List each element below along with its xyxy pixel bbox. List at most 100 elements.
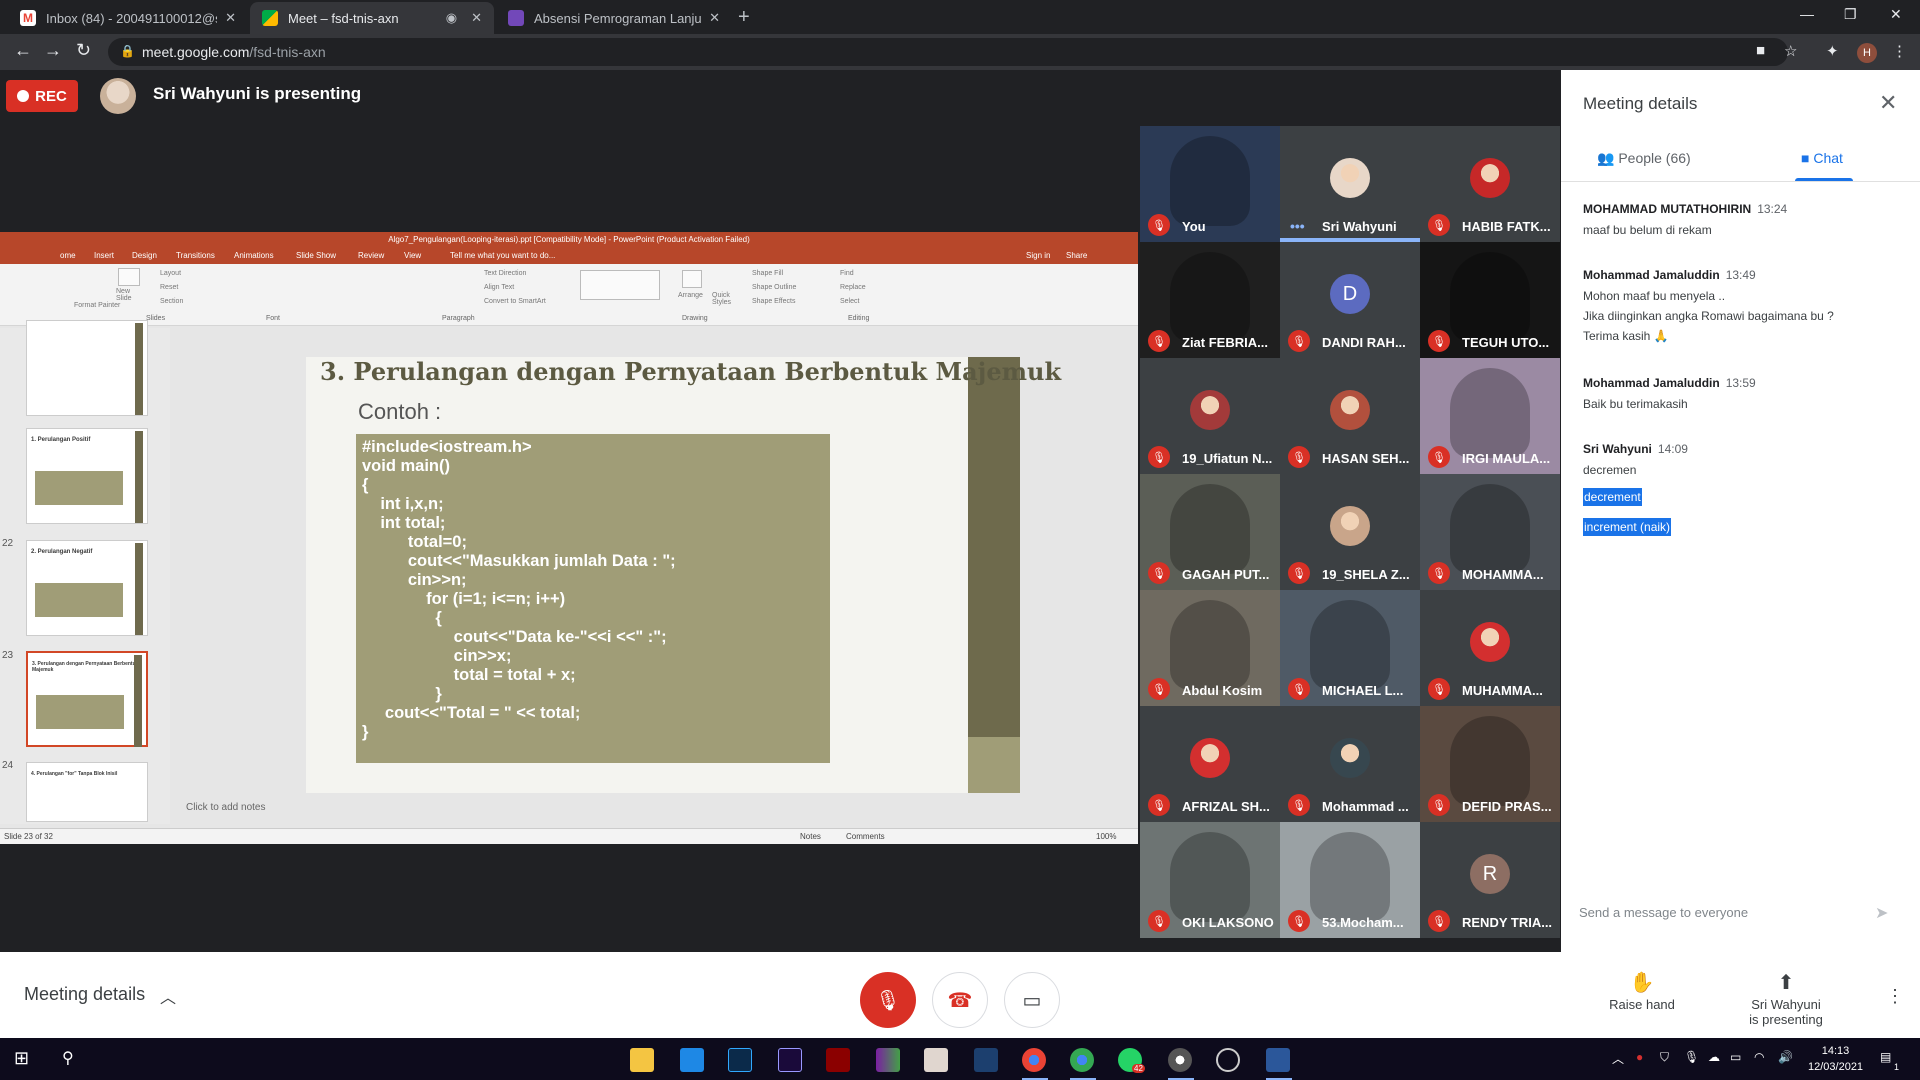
participant-tile[interactable]: 🎙 You	[1140, 126, 1280, 242]
chrome-active-icon[interactable]	[1168, 1048, 1192, 1072]
slide-thumbnail[interactable]	[26, 320, 148, 416]
ppt-tell-me[interactable]: Tell me what you want to do...	[450, 251, 555, 260]
send-icon[interactable]: ➤	[1875, 903, 1888, 923]
participant-tile[interactable]: 🎙 DEFID PRAS...	[1420, 706, 1560, 822]
devcpp-icon[interactable]	[974, 1048, 998, 1072]
ppt-tab-slideshow[interactable]: Slide Show	[296, 251, 336, 260]
chrome-icon[interactable]	[1070, 1048, 1094, 1072]
shield-icon[interactable]: ⛉	[1660, 1050, 1669, 1065]
participant-tile[interactable]: 🎙 MOHAMMA...	[1420, 474, 1560, 590]
new-slide-icon[interactable]	[118, 268, 140, 286]
camera-indicator-icon[interactable]: ■	[1756, 42, 1765, 59]
ppt-tab-design[interactable]: Design	[132, 251, 157, 260]
new-slide-label[interactable]: New Slide	[116, 288, 142, 302]
tab-forms[interactable]: Absensi Pemrograman Lanjut A ✕	[496, 2, 732, 34]
arrange-label[interactable]: Arrange	[678, 292, 703, 299]
slide-thumbnail[interactable]: 2. Perulangan Negatif	[26, 540, 148, 636]
participant-tile[interactable]: 🎙 IRGI MAULA...	[1420, 358, 1560, 474]
shape-outline-label[interactable]: Shape Outline	[752, 284, 796, 291]
notification-icon[interactable]: ▤	[1880, 1050, 1891, 1064]
ppt-tab-view[interactable]: View	[404, 251, 421, 260]
app-l-icon[interactable]	[680, 1048, 704, 1072]
tab-gmail[interactable]: M Inbox (84) - 200491100012@stud ✕	[8, 2, 248, 34]
ppt-tab-animations[interactable]: Animations	[234, 251, 274, 260]
premiere-icon[interactable]	[778, 1048, 802, 1072]
text-direction-label[interactable]: Text Direction	[484, 270, 526, 277]
microphone-off-button[interactable]: 🎙	[860, 972, 916, 1028]
participant-tile[interactable]: R 🎙 RENDY TRIA...	[1420, 822, 1560, 938]
tab-chat[interactable]: ■ Chat	[1801, 150, 1843, 166]
presenting-button[interactable]: ⬆ Sri Wahyuni is presenting	[1736, 970, 1836, 1027]
participant-tile[interactable]: 🎙 HASAN SEH...	[1280, 358, 1420, 474]
raise-hand-button[interactable]: ✋ Raise hand	[1600, 970, 1684, 1012]
cloud-icon[interactable]: ☁	[1708, 1050, 1720, 1064]
convert-smartart-label[interactable]: Convert to SmartArt	[484, 298, 546, 305]
ppt-tab-transitions[interactable]: Transitions	[176, 251, 215, 260]
more-options-icon[interactable]: ⋮	[1886, 986, 1904, 1007]
meeting-details-button[interactable]: Meeting details	[24, 984, 145, 1005]
leave-call-button[interactable]: ☎	[932, 972, 988, 1028]
quick-styles-label[interactable]: Quick Styles	[712, 292, 738, 306]
participant-tile[interactable]: 🎙 Mohammad ...	[1280, 706, 1420, 822]
participant-tile[interactable]: 🎙 Ziat FEBRIA...	[1140, 242, 1280, 358]
participant-tile[interactable]: 🎙 GAGAH PUT...	[1140, 474, 1280, 590]
participant-tile[interactable]: 🎙 OKI LAKSONO	[1140, 822, 1280, 938]
chevron-up-icon[interactable]: ︿	[160, 984, 176, 1008]
ppt-tab-home[interactable]: ome	[60, 251, 76, 260]
photoshop-icon[interactable]	[728, 1048, 752, 1072]
microphone-icon[interactable]: 🎙	[1684, 1050, 1699, 1064]
app-colorful-icon[interactable]	[876, 1048, 900, 1072]
arrange-icon[interactable]	[682, 270, 702, 288]
close-tab-icon[interactable]: ✕	[709, 10, 720, 26]
bookmark-star-icon[interactable]: ☆	[1784, 42, 1797, 60]
ppt-share-button[interactable]: Share	[1066, 251, 1087, 260]
antivirus-icon[interactable]: ●	[1636, 1050, 1643, 1064]
chat-message-input[interactable]: Send a message to everyone	[1579, 905, 1889, 920]
search-icon[interactable]: ⚲	[62, 1048, 74, 1068]
close-tab-icon[interactable]: ✕	[225, 10, 236, 26]
close-window-icon[interactable]: ✕	[1890, 6, 1902, 23]
select-label[interactable]: Select	[840, 298, 859, 305]
back-icon[interactable]: ←	[14, 40, 32, 61]
chrome-icon[interactable]	[1022, 1048, 1046, 1072]
participant-tile[interactable]: 🎙 TEGUH UTO...	[1420, 242, 1560, 358]
camera-button[interactable]: ▭	[1004, 972, 1060, 1028]
menu-icon[interactable]: ⋮	[1892, 42, 1907, 60]
forward-icon[interactable]: →	[44, 40, 62, 61]
profile-avatar[interactable]: H	[1857, 43, 1877, 63]
layout-label[interactable]: Layout	[160, 270, 181, 277]
windows-start-icon[interactable]: ⊞	[14, 1048, 29, 1069]
tab-people[interactable]: 👥 People (66)	[1597, 150, 1691, 167]
restore-icon[interactable]: ❐	[1844, 6, 1857, 23]
participant-tile[interactable]: 🎙 MUHAMMA...	[1420, 590, 1560, 706]
replace-label[interactable]: Replace	[840, 284, 866, 291]
battery-icon[interactable]: ▭	[1730, 1050, 1741, 1064]
participant-tile[interactable]: 🎙 19_Ufiatun N...	[1140, 358, 1280, 474]
participant-tile[interactable]: 🎙 AFRIZAL SH...	[1140, 706, 1280, 822]
shapes-gallery-icon[interactable]	[580, 270, 660, 300]
close-icon[interactable]: ✕	[1879, 90, 1897, 116]
tab-meet[interactable]: Meet – fsd-tnis-axn ◉ ✕	[250, 2, 494, 34]
app-clock-icon[interactable]	[1216, 1048, 1240, 1072]
file-explorer-icon[interactable]	[630, 1048, 654, 1072]
participant-tile[interactable]: 🎙 Abdul Kosim	[1140, 590, 1280, 706]
comments-toggle[interactable]: Comments	[846, 832, 885, 841]
slide-thumbnail[interactable]: 4. Perulangan "for" Tanpa Blok Inisil	[26, 762, 148, 822]
align-text-label[interactable]: Align Text	[484, 284, 514, 291]
ppt-tab-insert[interactable]: Insert	[94, 251, 114, 260]
participant-tile[interactable]: ••• Sri Wahyuni	[1280, 126, 1420, 242]
app-check-icon[interactable]	[826, 1048, 850, 1072]
close-tab-icon[interactable]: ✕	[471, 10, 482, 26]
participant-tile[interactable]: D 🎙 DANDI RAH...	[1280, 242, 1420, 358]
ppt-sign-in[interactable]: Sign in	[1026, 251, 1050, 260]
slide-thumbnail-selected[interactable]: 3. Perulangan dengan Pernyataan Berbentu…	[26, 651, 148, 747]
volume-icon[interactable]: 🔊	[1778, 1050, 1793, 1064]
word-icon[interactable]	[1266, 1048, 1290, 1072]
extensions-icon[interactable]: ✦	[1826, 42, 1839, 60]
app-anime-icon[interactable]	[924, 1048, 948, 1072]
find-label[interactable]: Find	[840, 270, 854, 277]
ppt-tab-review[interactable]: Review	[358, 251, 384, 260]
shape-effects-label[interactable]: Shape Effects	[752, 298, 795, 305]
wifi-icon[interactable]: ◠	[1754, 1050, 1764, 1064]
reload-icon[interactable]: ↻	[76, 40, 91, 61]
